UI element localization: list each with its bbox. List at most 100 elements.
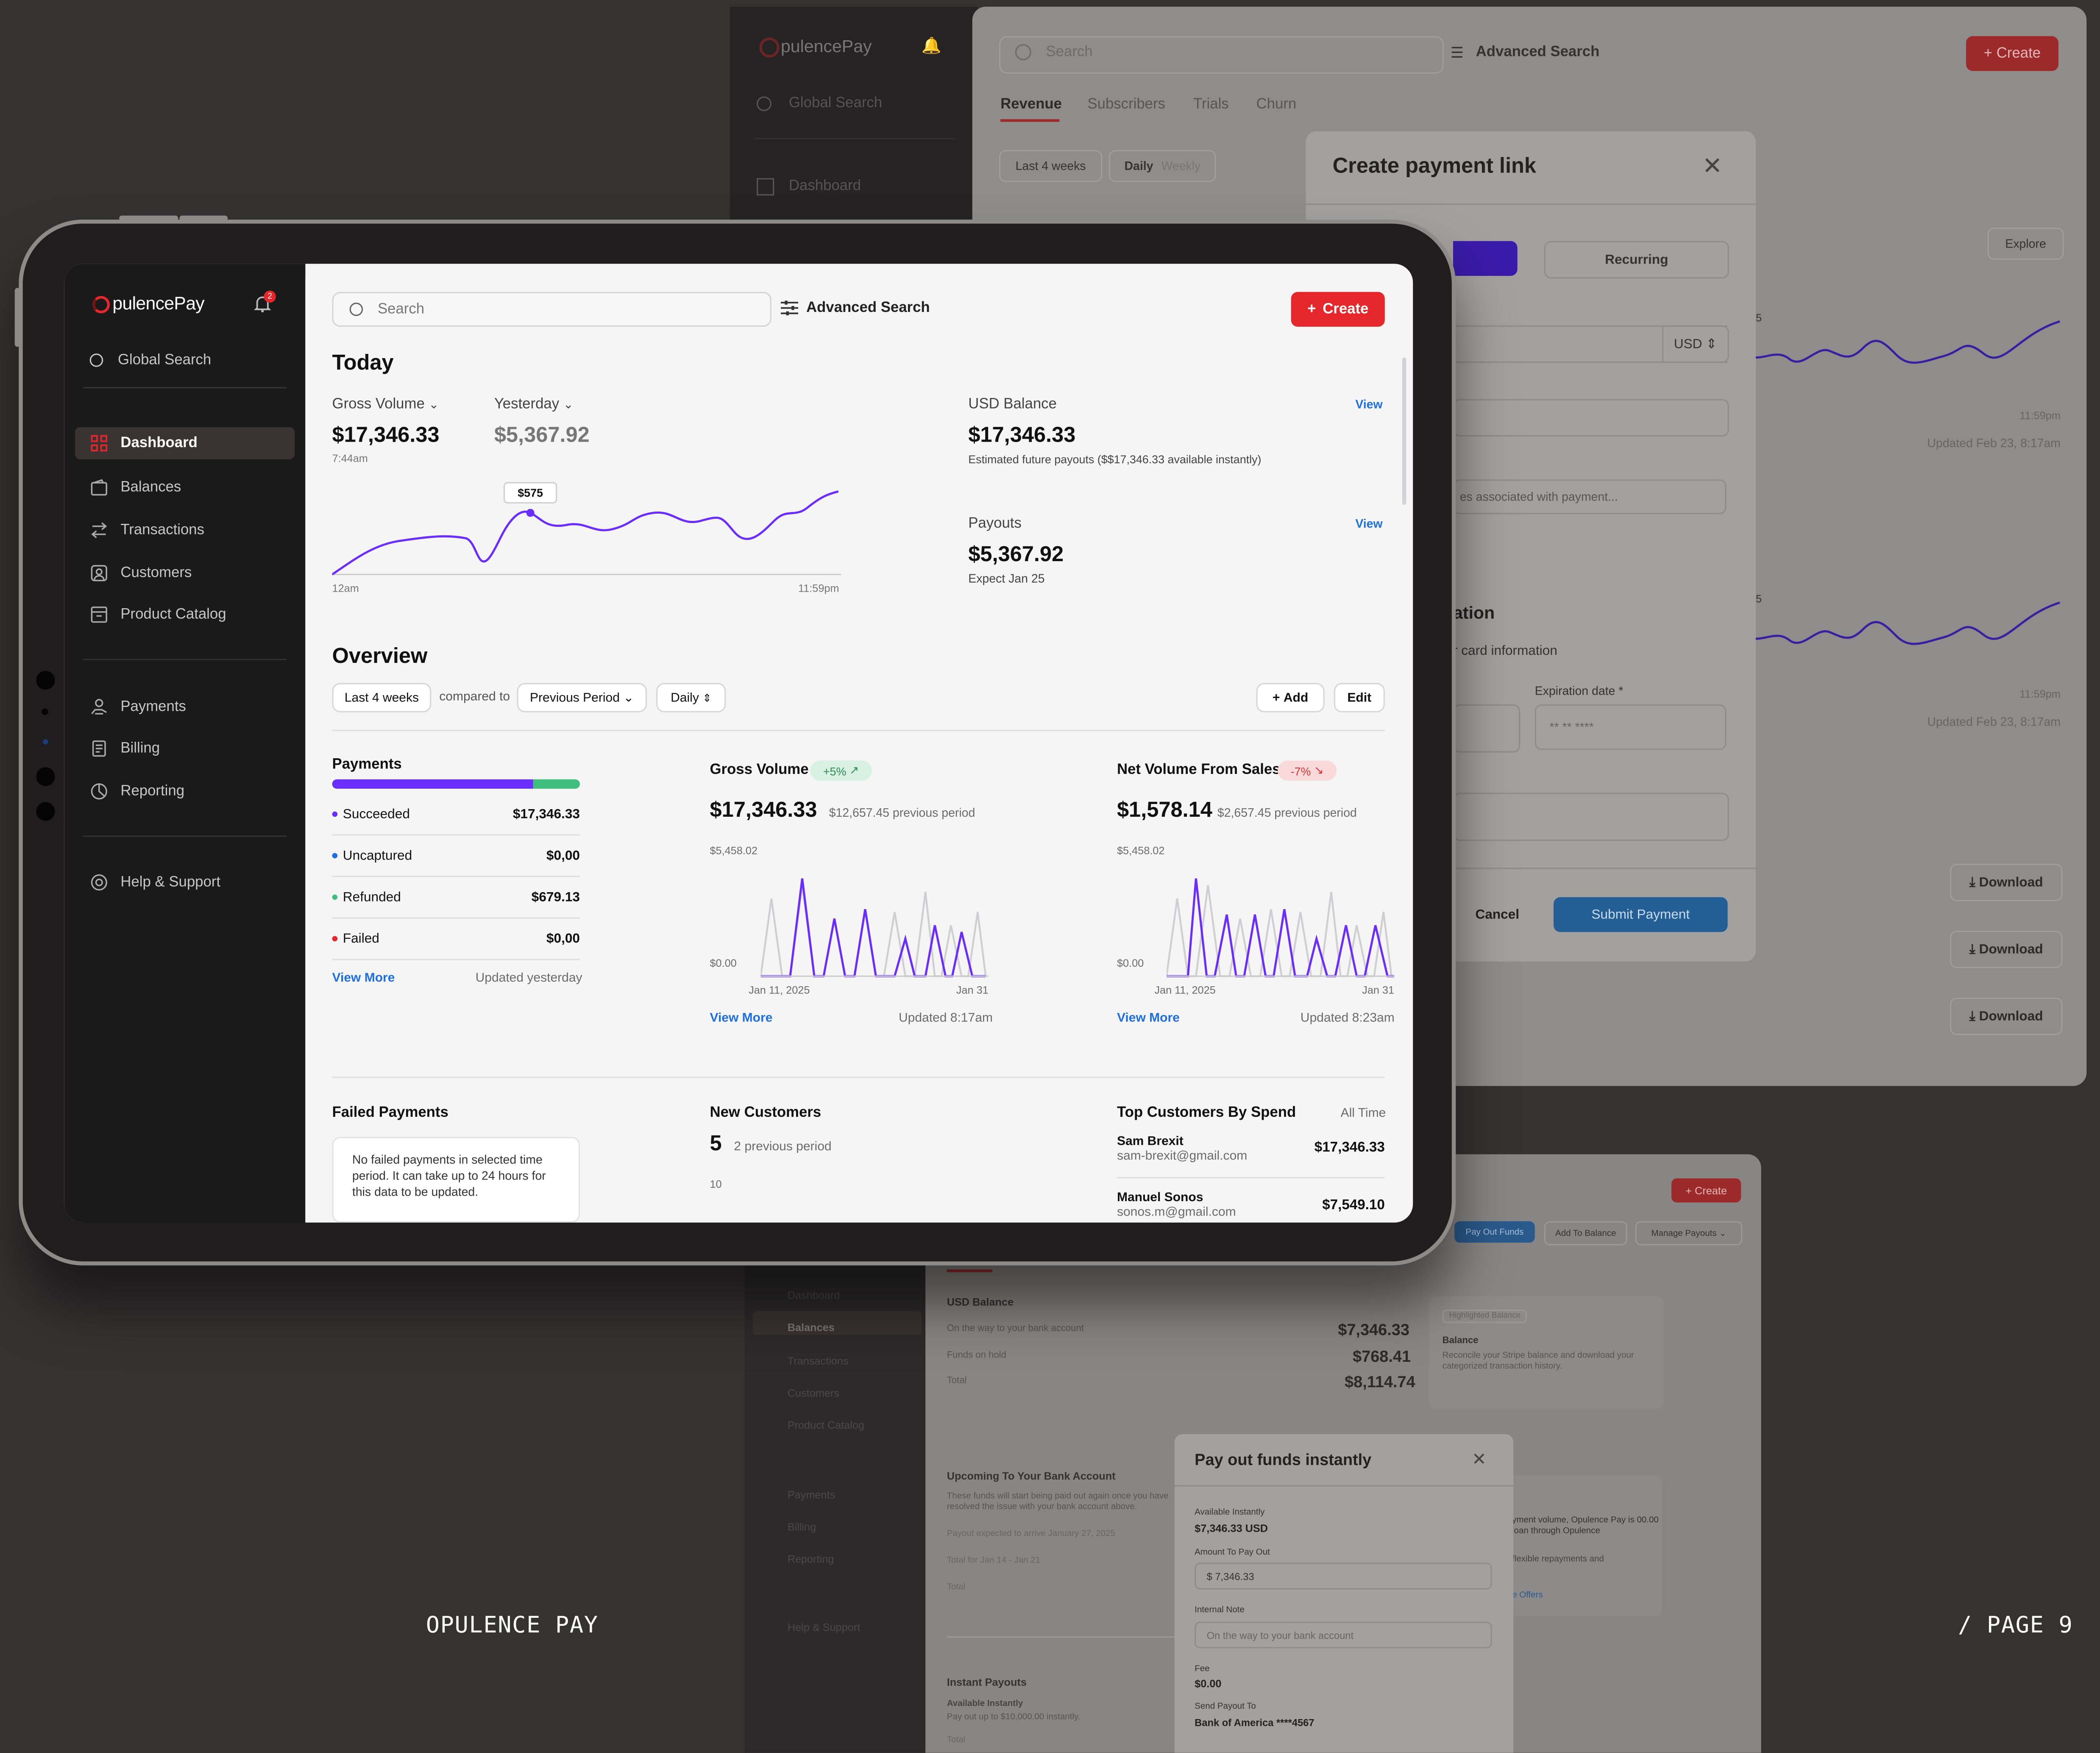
payout-modal-title: Pay out funds instantly (1195, 1450, 1372, 1469)
notification-badge: 2 (264, 290, 276, 303)
new-customers-axis: 10 (710, 1178, 722, 1191)
expiration-field: ** ** **** (1535, 704, 1727, 750)
payment-row-uncaptured[interactable]: Uncaptured $0,00 (332, 835, 580, 877)
sidebar-item-reporting[interactable]: Reporting (75, 775, 295, 807)
payment-row-failed[interactable]: Failed $0,00 (332, 918, 580, 960)
gross-volume-value: $17,346.33 (332, 424, 440, 448)
payments-progress-fill (332, 779, 533, 789)
scrollbar[interactable] (1402, 357, 1406, 505)
close-icon-2: ✕ (1472, 1449, 1487, 1469)
bg-download-3: ⤓ Download (1950, 997, 2063, 1035)
advanced-search-button[interactable]: Advanced Search (780, 300, 930, 316)
yesterday-dropdown[interactable]: Yesterday ⌄ (494, 396, 574, 412)
bg-instant-available: Available Instantly (947, 1699, 1023, 1709)
payments-view-more[interactable]: View More (332, 971, 395, 986)
bg-create-button: + Create (1966, 36, 2058, 71)
note-label: Internal Note (1195, 1606, 1245, 1615)
nv-value: $1,578.14 (1117, 799, 1212, 822)
logo-mark-icon (92, 296, 110, 314)
gross-volume-dropdown[interactable]: Gross Volume ⌄ (332, 396, 439, 412)
global-search[interactable]: Global Search (89, 352, 211, 368)
bg-line-chart-2 (1749, 601, 2060, 645)
gv-previous: $12,657.45 previous period (829, 806, 975, 820)
sidebar-item-customers[interactable]: Customers (75, 557, 295, 589)
app-screen: pulencePay 2 Global Search Dashboard Bal… (64, 264, 1413, 1223)
sidebar-item-payments[interactable]: Payments (75, 691, 295, 723)
send-value: Bank of America ****4567 (1195, 1717, 1315, 1729)
bg-upcoming-note: These funds will start being paid out ag… (947, 1491, 1169, 1513)
presentation-slide: pulencePay 🔔 Global Search Dashboard Sea… (0, 0, 2100, 1753)
new-customers-prev: 2 previous period (734, 1139, 832, 1155)
sidebar-item-product-catalog[interactable]: Product Catalog (75, 598, 295, 631)
failed-payments-title: Failed Payments (332, 1105, 448, 1121)
gv-value: $17,346.33 (710, 799, 817, 822)
pay-out-funds-modal: Pay out funds instantly ✕ Available Inst… (1174, 1434, 1514, 1753)
customer-email: sam-brexit@gmail.com (1117, 1149, 1248, 1164)
bg-nav-item: Help & Support (787, 1622, 861, 1634)
sidebar-item-balances[interactable]: Balances (75, 471, 295, 504)
user-icon (91, 565, 107, 582)
usd-view-link[interactable]: View (1355, 398, 1382, 411)
top-customers-title: Top Customers By Spend (1117, 1105, 1296, 1121)
create-button[interactable]: + Create (1291, 292, 1385, 327)
gv-y-bottom: $0.00 (710, 957, 737, 970)
bg-tab-trials: Trials (1193, 96, 1229, 113)
gv-spike-chart (760, 878, 989, 977)
available-label: Available Instantly (1195, 1508, 1265, 1517)
today-x-end: 11:59pm (798, 582, 839, 595)
gv-title: Gross Volume (710, 762, 809, 778)
search-bar[interactable]: Search (332, 292, 771, 327)
bg-instant-note: Pay out up to $10,000.00 instantly. (947, 1712, 1081, 1722)
bg-usd-val-3: $8,114.74 (1345, 1372, 1415, 1391)
bg-instant-total: Total (947, 1735, 966, 1745)
period-select[interactable]: Previous Period ⌄ (517, 683, 647, 712)
range-filter[interactable]: Last 4 weeks (332, 683, 432, 712)
sidebar-item-help[interactable]: Help & Support (75, 866, 295, 899)
top-customer-row[interactable]: Sam Brexit sam-brexit@gmail.com $17,346.… (1117, 1134, 1385, 1179)
catalog-icon (91, 607, 107, 623)
amount-field: $ 7,346.33 (1195, 1563, 1492, 1590)
available-value: $7,346.33 USD (1195, 1522, 1268, 1535)
payouts-view-link[interactable]: View (1355, 517, 1382, 531)
top-customer-row[interactable]: Manuel Sonos sonos.m@gmail.com $7,549.10 (1117, 1191, 1385, 1223)
interval-select[interactable]: Daily ⇕ (656, 683, 726, 712)
bg-axis-1: 5 (1755, 312, 1762, 324)
bg-advanced-search: Advanced Search (1476, 44, 1600, 61)
payment-row-succeeded[interactable]: Succeeded $17,346.33 (332, 794, 580, 836)
edit-button[interactable]: Edit (1334, 683, 1385, 712)
sidebar-item-transactions[interactable]: Transactions (75, 514, 295, 546)
nv-view-more[interactable]: View More (1117, 1011, 1180, 1026)
sidebar-item-billing[interactable]: Billing (75, 732, 295, 765)
section-title: ation (1453, 602, 1495, 623)
add-to-balance-button: Add To Balance (1544, 1221, 1627, 1246)
bg-download-1: ⤓ Download (1950, 863, 2063, 902)
sidebar-item-dashboard[interactable]: Dashboard (75, 427, 295, 459)
gross-volume-time: 7:44am (332, 452, 368, 465)
one-time-tab (1453, 241, 1518, 276)
updown-icon: ⇕ (702, 691, 712, 704)
chevron-down-icon: ⌄ (623, 690, 634, 705)
coins-icon (91, 699, 107, 715)
overview-title: Overview (332, 645, 428, 668)
bg-filter-interval: Daily Weekly (1108, 150, 1216, 182)
bg-tab-subscribers: Subscribers (1087, 96, 1165, 113)
logo: pulencePay (112, 293, 205, 314)
payments-updated: Updated yesterday (475, 971, 582, 986)
bg-bell-icon: 🔔 (921, 36, 941, 55)
bg-offers-link: e Offers (1512, 1591, 1543, 1600)
gv-view-more[interactable]: View More (710, 1011, 772, 1026)
today-line-chart (332, 490, 841, 576)
add-button[interactable]: + Add (1256, 683, 1325, 712)
bg-search-icon-2 (1015, 44, 1031, 61)
note-field: On the way to your bank account (1195, 1622, 1492, 1649)
usd-balance-note: Estimated future payouts ($$17,346.33 av… (968, 452, 1262, 466)
gv-updated: Updated 8:17am (898, 1011, 993, 1026)
bg-tab-churn: Churn (1256, 96, 1297, 113)
usd-balance-label: USD Balance (968, 396, 1057, 413)
send-label: Send Payout To (1195, 1702, 1256, 1711)
payment-row-refunded[interactable]: Refunded $679.13 (332, 877, 580, 919)
yesterday-value: $5,367.92 (494, 424, 590, 448)
bg-instant-title: Instant Payouts (947, 1676, 1027, 1689)
recurring-tab: Recurring (1544, 241, 1729, 279)
nv-title: Net Volume From Sales (1117, 762, 1281, 778)
